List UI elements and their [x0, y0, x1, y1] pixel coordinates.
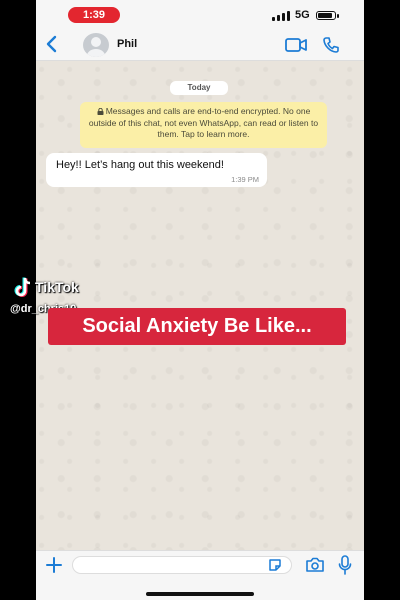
- sticker-icon[interactable]: [268, 558, 282, 572]
- status-time: 1:39: [68, 7, 120, 23]
- battery-icon: [316, 11, 339, 20]
- plus-icon[interactable]: [45, 556, 63, 574]
- phone-call-icon[interactable]: [322, 36, 340, 54]
- caption-banner: Social Anxiety Be Like...: [48, 308, 346, 345]
- signal-icon: [272, 11, 292, 21]
- back-chevron-icon[interactable]: [44, 34, 60, 54]
- message-time: 1:39 PM: [231, 175, 259, 184]
- tiktok-wordmark: TikTok: [35, 279, 79, 295]
- video-call-icon[interactable]: [285, 37, 307, 53]
- network-label: 5G: [295, 9, 310, 21]
- date-chip: Today: [170, 81, 228, 95]
- avatar-icon: [87, 37, 105, 57]
- encryption-text: Messages and calls are end-to-end encryp…: [88, 106, 319, 139]
- encryption-notice[interactable]: Messages and calls are end-to-end encryp…: [80, 102, 327, 148]
- input-bar: [36, 550, 364, 600]
- message-input[interactable]: [72, 556, 292, 574]
- microphone-icon[interactable]: [338, 555, 352, 575]
- message-text: Hey!! Let’s hang out this weekend!: [56, 159, 224, 171]
- contact-name[interactable]: Phil: [117, 38, 137, 50]
- lock-icon: [97, 108, 104, 115]
- message-bubble[interactable]: Hey!! Let’s hang out this weekend! 1:39 …: [46, 153, 267, 187]
- chat-header: Phil: [36, 30, 364, 61]
- status-bar: 1:39 5G: [36, 0, 364, 30]
- tiktok-logo-icon: [14, 277, 31, 297]
- home-indicator: [146, 592, 254, 596]
- avatar[interactable]: [83, 33, 109, 57]
- camera-icon[interactable]: [305, 557, 325, 573]
